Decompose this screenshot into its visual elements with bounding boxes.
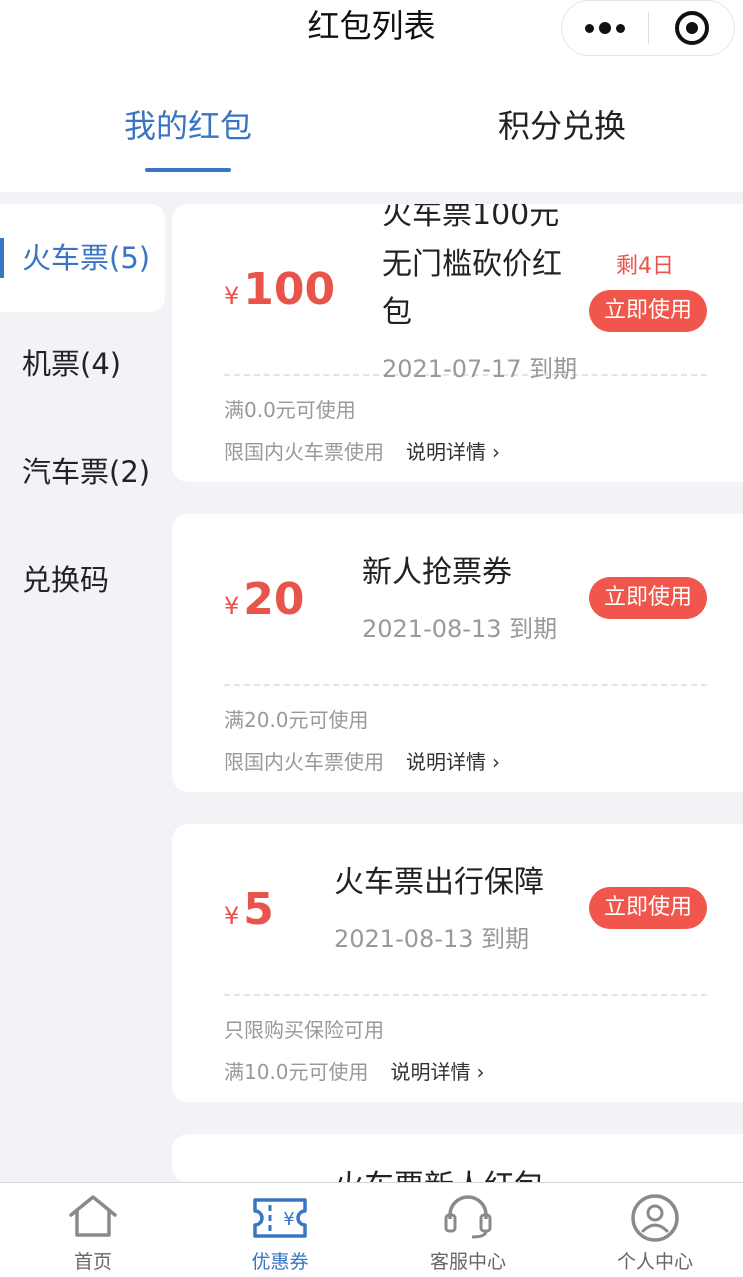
nav-profile[interactable]: 个人中心	[575, 1183, 735, 1277]
nav-label: 个人中心	[616, 1251, 693, 1273]
currency-symbol: ¥	[224, 282, 240, 310]
mini-program-capsule	[561, 0, 735, 56]
expiry-date: 2021-08-13 到期	[362, 615, 558, 643]
coupon-title-line: 新人抢票券	[362, 555, 512, 590]
nav-customer-service[interactable]: 客服中心	[388, 1183, 548, 1277]
amount-value: 20	[243, 574, 305, 625]
use-now-button[interactable]: 立即使用	[589, 577, 707, 619]
user-icon	[631, 1194, 679, 1242]
coupon-amount: ¥20	[224, 578, 305, 622]
navigation-bar: 红包列表	[0, 0, 743, 66]
nav-label: 客服中心	[429, 1251, 506, 1273]
sidebar-item-train-tickets[interactable]: 火车票(5)	[0, 204, 165, 312]
usage-restriction-row: 满10.0元可使用 说明详情 ›	[224, 1058, 485, 1086]
coupon-card[interactable]: ¥5 火车票出行保障 2021-08-13 到期 立即使用 只限购买保险可用 满…	[172, 824, 743, 1102]
nav-coupons[interactable]: ¥ 优惠券	[200, 1183, 360, 1277]
nav-home[interactable]: 首页	[13, 1183, 173, 1277]
coupon-title-line: 火车票100元	[382, 204, 560, 232]
more-dot-icon	[616, 23, 625, 33]
more-dot-icon	[599, 22, 611, 34]
tab-active-indicator	[145, 168, 231, 172]
coupon-title-line: 包	[382, 295, 412, 330]
usage-condition: 满0.0元可使用	[224, 398, 356, 422]
sidebar-item-bus-tickets[interactable]: 汽车票(2)	[0, 418, 165, 526]
coupon-card[interactable]: ¥20 新人抢票券 2021-08-13 到期 立即使用 满20.0元可使用 限…	[172, 514, 743, 792]
details-link[interactable]: 说明详情	[406, 750, 486, 774]
sidebar-item-flight-tickets[interactable]: 机票(4)	[0, 310, 165, 418]
coupon-card[interactable]: ¥100 火车票100元 无门槛砍价红 包 剩4日 立即使用 2021-07-1…	[172, 204, 743, 482]
top-tabs: 我的红包 积分兑换	[0, 66, 743, 192]
coupon-title-line: 无门槛砍价红	[382, 247, 562, 282]
target-close-icon	[674, 11, 709, 45]
chevron-right-icon: ›	[492, 440, 500, 464]
coupon-title-line: 火车票出行保障	[334, 865, 544, 900]
usage-condition: 满20.0元可使用	[224, 708, 369, 732]
usage-restriction: 满10.0元可使用	[224, 1060, 369, 1084]
sidebar-item-redeem-code[interactable]: 兑换码	[0, 526, 165, 634]
tab-my-red-packets[interactable]: 我的红包	[124, 104, 252, 148]
use-now-button[interactable]: 立即使用	[589, 290, 707, 332]
days-remaining-label: 剩4日	[616, 254, 674, 279]
bottom-tab-bar: 首页 ¥ 优惠券 客服中心 个人中心	[0, 1182, 743, 1277]
use-now-button[interactable]: 立即使用	[589, 887, 707, 929]
more-button[interactable]	[562, 0, 648, 56]
coupon-amount: ¥5	[224, 888, 274, 932]
more-dot-icon	[585, 23, 594, 33]
expiry-date: 2021-07-17 到期	[382, 355, 578, 383]
ticket-icon: ¥	[253, 1198, 307, 1238]
details-link[interactable]: 说明详情	[406, 440, 486, 464]
headset-icon	[444, 1195, 492, 1239]
svg-text:¥: ¥	[283, 1209, 294, 1230]
chevron-right-icon: ›	[476, 1060, 485, 1084]
coupon-amount: ¥100	[224, 268, 335, 312]
amount-value: 5	[243, 884, 274, 935]
details-link[interactable]: 说明详情	[391, 1060, 471, 1084]
usage-restriction-row: 限国内火车票使用 说明详情 ›	[224, 438, 500, 466]
usage-condition: 只限购买保险可用	[224, 1018, 384, 1042]
coupon-title-line: 火车票新人红包	[334, 1164, 544, 1182]
dashed-divider	[224, 994, 707, 996]
close-button[interactable]	[649, 0, 734, 56]
chevron-right-icon: ›	[492, 750, 500, 774]
home-icon	[69, 1195, 117, 1237]
usage-restriction-row: 限国内火车票使用 说明详情 ›	[224, 748, 500, 776]
expiry-date: 2021-08-13 到期	[334, 925, 530, 953]
nav-label: 首页	[73, 1251, 112, 1273]
usage-restriction: 限国内火车票使用	[224, 440, 384, 464]
dashed-divider	[224, 684, 707, 686]
tab-points-exchange[interactable]: 积分兑换	[498, 104, 626, 148]
currency-symbol: ¥	[224, 902, 240, 930]
currency-symbol: ¥	[224, 592, 240, 620]
amount-value: 100	[243, 264, 336, 315]
category-sidebar: 火车票(5) 机票(4) 汽车票(2) 兑换码	[0, 192, 165, 1182]
nav-label: 优惠券	[251, 1251, 309, 1273]
coupon-card[interactable]: 火车票新人红包	[172, 1134, 743, 1182]
usage-restriction: 限国内火车票使用	[224, 750, 384, 774]
